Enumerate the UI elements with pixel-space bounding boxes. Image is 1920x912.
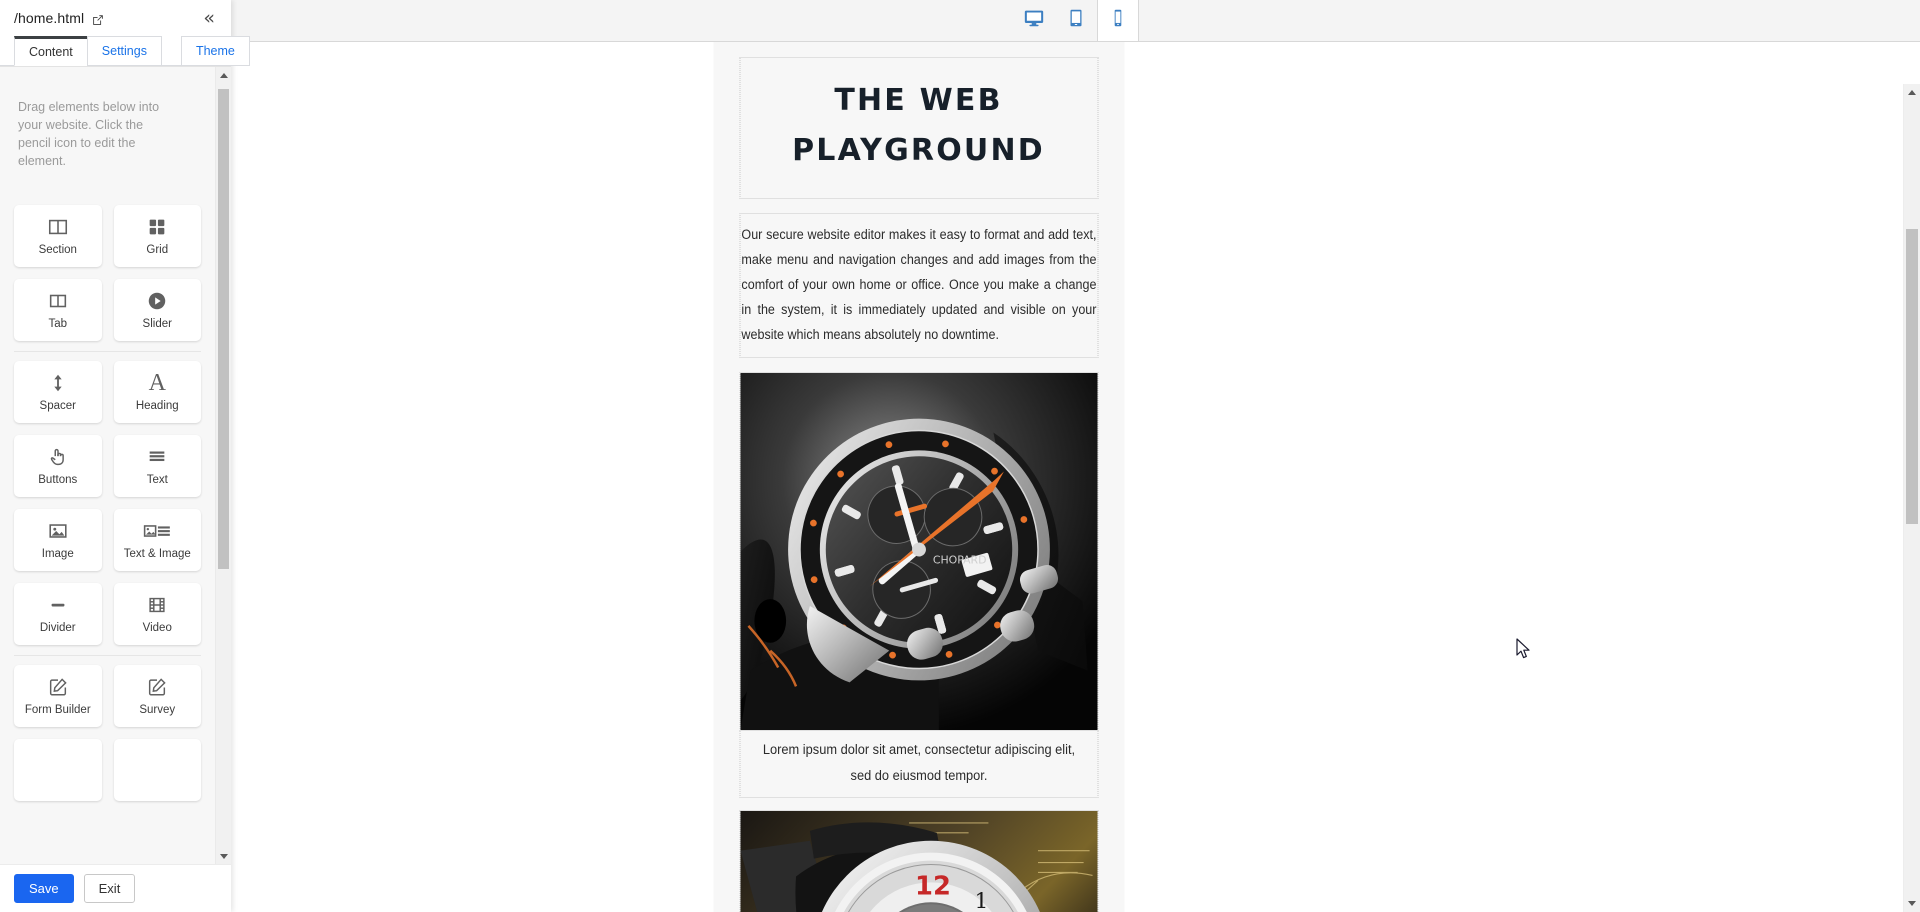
palette-item-label: Image — [41, 547, 74, 560]
device-preview-toolbar — [231, 0, 1920, 42]
element-palette: Drag elements below into your website. C… — [0, 67, 215, 864]
palette-hint-text: Drag elements below into your website. C… — [18, 99, 160, 168]
palette-item-form-builder[interactable]: Form Builder — [14, 665, 102, 727]
palette-item-text[interactable]: Text — [113, 435, 201, 497]
palette-item-survey[interactable]: Survey — [113, 665, 201, 727]
intro-paragraph: Our secure website editor makes it easy … — [740, 227, 1096, 342]
image-caption: Lorem ipsum dolor sit amet, consectetur … — [762, 742, 1075, 783]
palette-item-label: Text — [146, 473, 168, 486]
palette-item-heading[interactable]: A Heading — [113, 361, 201, 423]
sidebar-scrollbar[interactable] — [215, 67, 231, 864]
exit-button[interactable]: Exit — [83, 873, 136, 904]
palette-item-slider[interactable]: Slider — [113, 279, 201, 341]
palette-item-label: Form Builder — [24, 703, 91, 716]
editor-canvas[interactable]: THE WEB PLAYGROUND Our secure website ed… — [231, 42, 1920, 912]
palette-item-label: Video — [142, 621, 172, 634]
external-link-icon[interactable] — [91, 13, 105, 27]
image-icon — [47, 520, 69, 542]
heading-letter-a-icon: A — [148, 369, 166, 396]
main-scrollbar-thumb[interactable] — [1906, 229, 1918, 524]
editor-app: /home.html « Content Settings Theme Drag… — [0, 0, 1920, 912]
save-button[interactable]: Save — [14, 873, 74, 904]
pointing-hand-icon — [47, 446, 69, 468]
grid-icon — [146, 216, 168, 238]
text-and-image-icon — [142, 520, 172, 542]
palette-group-content: Spacer A Heading Buttons Text Image Text… — [14, 352, 201, 656]
palette-item-video[interactable]: Video — [113, 583, 201, 645]
sidebar-header: /home.html « — [0, 0, 231, 36]
image-block-one[interactable]: CHOPARD — [739, 372, 1098, 731]
page-path-label: /home.html — [14, 10, 85, 26]
palette-item-label: Spacer — [39, 399, 76, 412]
palette-item-section[interactable]: Section — [14, 205, 102, 267]
pencil-square-icon — [146, 676, 168, 698]
tab-theme[interactable]: Theme — [180, 36, 250, 66]
tab-settings[interactable]: Settings — [86, 36, 162, 66]
tab-icon — [47, 290, 69, 312]
device-button-mobile[interactable] — [1096, 0, 1139, 41]
spacer-arrows-icon — [47, 372, 69, 394]
editor-sidebar: /home.html « Content Settings Theme Drag… — [0, 0, 250, 912]
palette-item-partial-a[interactable] — [14, 739, 102, 801]
palette-item-grid[interactable]: Grid — [113, 205, 201, 267]
mobile-phone-icon — [1107, 7, 1129, 34]
palette-item-label: Tab — [48, 317, 68, 330]
image-block-two[interactable]: 12 65 121 — [739, 810, 1098, 912]
paragraph-block[interactable]: Our secure website editor makes it easy … — [739, 213, 1098, 358]
sidebar-footer: Save Exit — [0, 864, 231, 912]
tablet-icon — [1065, 7, 1087, 34]
palette-item-label: Slider — [142, 317, 172, 330]
text-lines-icon — [146, 446, 168, 468]
slider-play-icon — [146, 290, 168, 312]
palette-item-label: Survey — [139, 703, 176, 716]
mouse-cursor — [1516, 638, 1532, 660]
palette-item-label: Divider — [39, 621, 76, 634]
scroll-down-arrow-icon[interactable] — [1904, 895, 1920, 912]
palette-item-image[interactable]: Image — [14, 509, 102, 571]
palette-group-layout: Section Grid Tab Slider — [14, 196, 201, 352]
watch-photo-two: 12 65 121 — [740, 811, 1097, 912]
main-scrollbar[interactable] — [1903, 84, 1920, 912]
sidebar-tabs: Content Settings Theme — [0, 36, 250, 66]
mobile-preview-frame: THE WEB PLAYGROUND Our secure website ed… — [713, 42, 1124, 912]
caption-block[interactable]: Lorem ipsum dolor sit amet, consectetur … — [739, 731, 1098, 798]
divider-bar-icon — [47, 594, 69, 616]
device-button-desktop[interactable] — [1013, 0, 1055, 41]
page-title: THE WEB PLAYGROUND — [792, 83, 1045, 168]
element-palette-container: Drag elements below into your website. C… — [0, 66, 231, 864]
film-strip-icon — [146, 594, 168, 616]
device-button-tablet[interactable] — [1055, 0, 1097, 41]
heading-block[interactable]: THE WEB PLAYGROUND — [739, 57, 1098, 199]
editor-main: THE WEB PLAYGROUND Our secure website ed… — [231, 0, 1920, 912]
desktop-monitor-icon — [1023, 7, 1045, 34]
palette-item-label: Text & Image — [123, 547, 191, 560]
pencil-square-icon — [47, 676, 69, 698]
palette-item-buttons[interactable]: Buttons — [14, 435, 102, 497]
palette-item-label: Section — [38, 243, 77, 256]
collapse-sidebar-button[interactable]: « — [201, 8, 217, 28]
palette-item-label: Heading — [135, 399, 179, 412]
palette-item-label: Grid — [146, 243, 169, 256]
palette-item-text-and-image[interactable]: Text & Image — [113, 509, 201, 571]
sidebar-scrollbar-thumb[interactable] — [218, 89, 229, 569]
palette-group-forms: Form Builder Survey — [14, 656, 201, 811]
scroll-up-arrow-icon[interactable] — [1904, 84, 1920, 101]
svg-text:1: 1 — [974, 889, 988, 912]
scroll-down-arrow-icon[interactable] — [216, 848, 231, 864]
svg-text:CHOPARD: CHOPARD — [932, 553, 986, 566]
scroll-up-arrow-icon[interactable] — [216, 67, 231, 83]
section-icon — [47, 216, 69, 238]
palette-item-partial-b[interactable] — [113, 739, 201, 801]
watch-photo-one: CHOPARD — [740, 373, 1097, 730]
palette-item-label: Buttons — [38, 473, 78, 486]
palette-item-tab[interactable]: Tab — [14, 279, 102, 341]
svg-text:12: 12 — [915, 871, 951, 901]
palette-item-divider[interactable]: Divider — [14, 583, 102, 645]
tab-content[interactable]: Content — [14, 36, 88, 66]
palette-item-spacer[interactable]: Spacer — [14, 361, 102, 423]
